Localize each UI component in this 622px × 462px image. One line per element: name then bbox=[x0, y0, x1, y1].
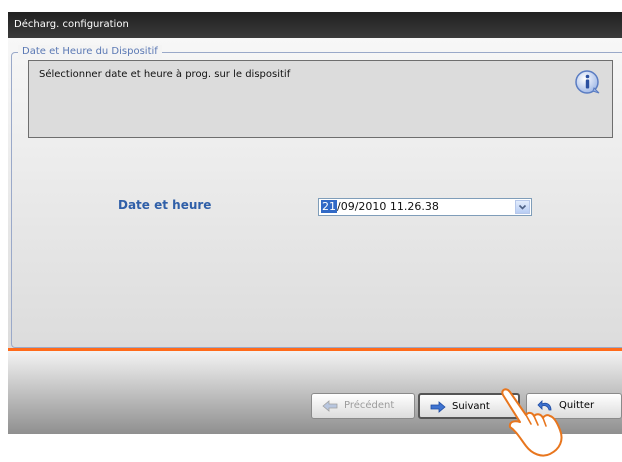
hand-pointer-icon bbox=[501, 388, 563, 457]
datetime-label: Date et heure bbox=[118, 198, 212, 212]
info-text: Sélectionner date et heure à prog. sur l… bbox=[39, 69, 291, 80]
previous-label: Précédent bbox=[344, 400, 395, 411]
arrow-left-icon bbox=[322, 400, 338, 412]
config-window: Décharg. configuration Date et Heure du … bbox=[8, 12, 622, 434]
previous-button[interactable]: Précédent bbox=[311, 393, 415, 419]
datetime-picker[interactable]: 21/09/2010 11.26.38 bbox=[318, 198, 532, 216]
client-area: Date et Heure du Dispositif Sélectionner… bbox=[8, 38, 622, 348]
datetime-day-selected: 21 bbox=[321, 200, 337, 213]
next-label: Suivant bbox=[452, 401, 490, 412]
datetime-rest: /09/2010 11.26.38 bbox=[337, 200, 439, 213]
chevron-down-icon bbox=[518, 204, 527, 210]
group-legend: Date et Heure du Dispositif bbox=[18, 45, 162, 59]
window-title: Décharg. configuration bbox=[8, 12, 622, 38]
info-box: Sélectionner date et heure à prog. sur l… bbox=[28, 60, 613, 138]
datetime-dropdown-button[interactable] bbox=[515, 200, 530, 214]
arrow-right-icon bbox=[430, 401, 446, 413]
info-icon bbox=[575, 70, 600, 94]
